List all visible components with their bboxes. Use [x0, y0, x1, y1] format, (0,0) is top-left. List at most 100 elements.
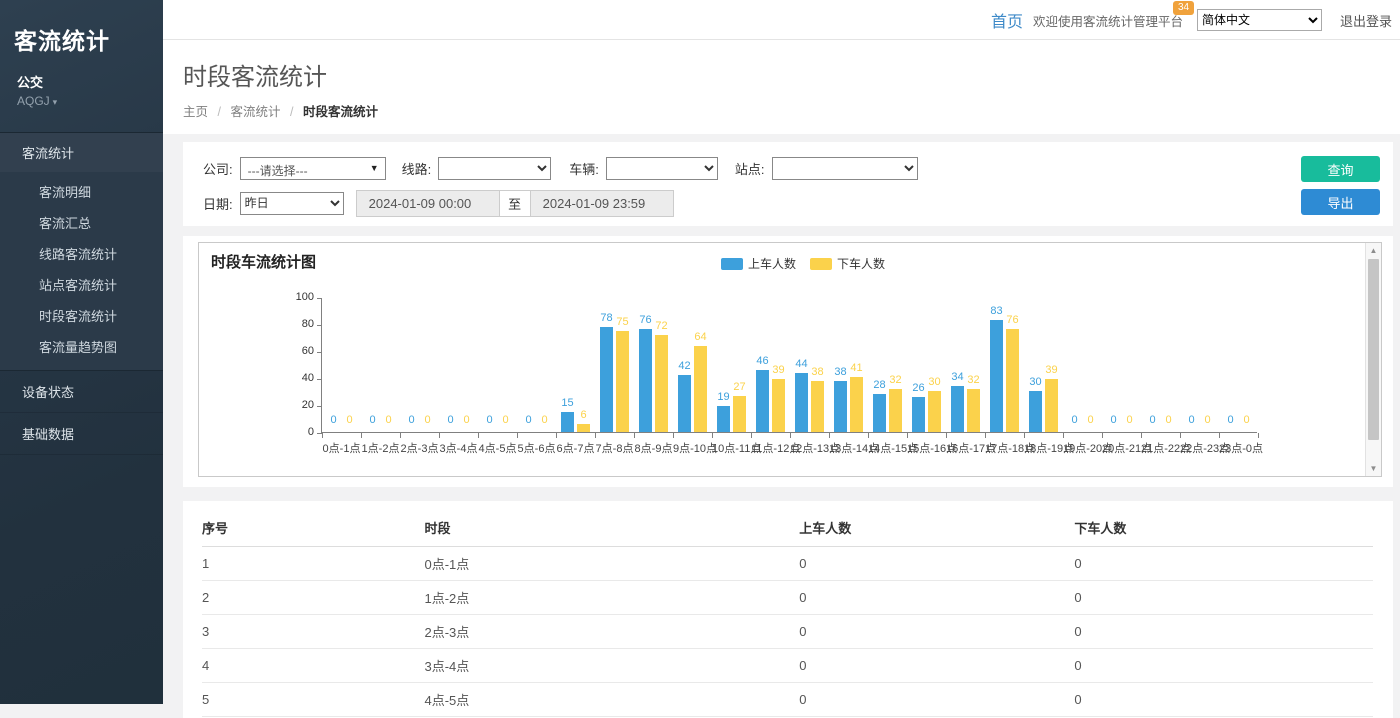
x-axis-tick: [478, 433, 479, 438]
bar-boarding: [795, 373, 808, 432]
chart-legend: 上车人数 下车人数: [721, 255, 899, 272]
x-axis-label: 9点-10点: [673, 440, 712, 456]
sidebar-item-passenger-stats[interactable]: 客流统计: [0, 133, 163, 172]
sidebar-subitem[interactable]: 时段客流统计: [0, 300, 163, 331]
scroll-up-arrow[interactable]: ▲: [1366, 243, 1381, 258]
company-select[interactable]: ---请选择--- ▼: [240, 157, 386, 180]
table-cell: 0: [1074, 683, 1373, 717]
x-axis-label: 18点-19点: [1024, 440, 1063, 456]
sidebar-subitem[interactable]: 客流汇总: [0, 207, 163, 238]
x-axis-label: 2点-3点: [400, 440, 439, 456]
table-cell: 3: [202, 615, 424, 649]
breadcrumb-passenger-stats[interactable]: 客流统计: [230, 105, 280, 119]
table-row: 21点-2点00: [202, 581, 1373, 615]
bar-value-label: 76: [997, 314, 1028, 326]
bar-alighting: [967, 389, 980, 432]
x-axis-label: 7点-8点: [595, 440, 634, 456]
date-end-input[interactable]: [530, 190, 674, 217]
sidebar-subitem[interactable]: 线路客流统计: [0, 238, 163, 269]
scrollbar-thumb[interactable]: [1368, 259, 1379, 440]
y-axis-label: 60: [280, 345, 314, 357]
time-slot-table: 序号 时段 上车人数 下车人数 10点-1点0021点-2点0032点-3点00…: [202, 505, 1373, 718]
y-axis-label: 80: [280, 318, 314, 330]
x-axis-tick: [517, 433, 518, 438]
date-preset-select[interactable]: 昨日: [240, 192, 344, 215]
bar-alighting: [655, 335, 668, 432]
notification-badge[interactable]: 34: [1173, 1, 1194, 15]
table-row: 10点-1点00: [202, 547, 1373, 581]
x-axis-tick: [1141, 433, 1142, 438]
bar-value-label: 72: [646, 320, 677, 332]
logout-link[interactable]: 退出登录: [1340, 11, 1392, 30]
breadcrumb-home[interactable]: 主页: [183, 105, 208, 119]
bar-boarding: [639, 329, 652, 432]
sidebar-subitem[interactable]: 站点客流统计: [0, 269, 163, 300]
x-axis-tick: [1063, 433, 1064, 438]
x-axis-label: 5点-6点: [517, 440, 556, 456]
vehicle-select[interactable]: [606, 157, 718, 180]
x-axis-label: 11点-12点: [751, 440, 790, 456]
sidebar-subitem[interactable]: 客流量趋势图: [0, 331, 163, 362]
col-header-timeslot: 时段: [424, 505, 799, 547]
x-axis-tick: [907, 433, 908, 438]
scroll-down-arrow[interactable]: ▼: [1366, 461, 1381, 476]
x-axis-tick: [946, 433, 947, 438]
bar-chart-plot: 0204060801000点-1点001点-2点002点-3点003点-4点00…: [321, 298, 1257, 433]
table-cell: 4: [202, 649, 424, 683]
legend-item-alighting[interactable]: 下车人数: [810, 255, 885, 272]
x-axis-label: 19点-20点: [1063, 440, 1102, 456]
legend-swatch-blue: [721, 258, 743, 270]
x-axis-tick: [361, 433, 362, 438]
account-name: AQGJ: [17, 94, 50, 108]
sidebar-subitem[interactable]: 客流明细: [0, 176, 163, 207]
topbar: 首页 欢迎使用客流统计管理平台 34 简体中文 退出登录: [163, 0, 1400, 40]
x-axis-label: 14点-15点: [868, 440, 907, 456]
chart-container: 时段车流统计图 上车人数 下车人数 0204060801000点-1点001点-…: [198, 242, 1382, 477]
breadcrumb-current: 时段客流统计: [303, 105, 378, 119]
bar-boarding: [756, 370, 769, 432]
search-button[interactable]: 查询: [1301, 156, 1380, 182]
chevron-down-icon: ▾: [53, 97, 58, 107]
table-cell: 0: [799, 649, 1074, 683]
main-area: 首页 欢迎使用客流统计管理平台 34 简体中文 退出登录 时段客流统计 主页 /…: [163, 0, 1400, 704]
bar-value-label: 0: [1231, 414, 1262, 426]
y-axis-tick: [317, 352, 322, 353]
x-axis-label: 15点-16点: [907, 440, 946, 456]
y-axis-label: 100: [280, 291, 314, 303]
table-cell: 0: [799, 615, 1074, 649]
x-axis-label: 6点-7点: [556, 440, 595, 456]
table-cell: 0: [799, 683, 1074, 717]
submenu-passenger-stats: 客流明细客流汇总线路客流统计站点客流统计时段客流统计客流量趋势图: [0, 172, 163, 370]
bar-alighting: [850, 377, 863, 432]
table-row: 54点-5点00: [202, 683, 1373, 717]
date-start-input[interactable]: [356, 190, 500, 217]
line-select[interactable]: [438, 157, 551, 180]
bar-value-label: 15: [552, 397, 583, 409]
bar-alighting: [616, 331, 629, 432]
breadcrumb-separator: /: [290, 105, 293, 119]
x-axis-label: 22点-23点: [1180, 440, 1219, 456]
table-cell: 0: [1074, 581, 1373, 615]
company-select-value: ---请选择---: [248, 164, 308, 178]
table-cell: 2: [202, 581, 424, 615]
sidebar-item-base-data[interactable]: 基础数据: [0, 413, 163, 455]
account-dropdown[interactable]: AQGJ▾: [0, 91, 163, 108]
sidebar-item-device-status[interactable]: 设备状态: [0, 371, 163, 413]
bar-boarding: [717, 406, 730, 432]
filter-panel: 公司: ---请选择--- ▼ 线路: 车辆: 站点: 日: [183, 142, 1393, 226]
home-link[interactable]: 首页: [991, 8, 1023, 32]
col-header-index: 序号: [202, 505, 424, 547]
export-button[interactable]: 导出: [1301, 189, 1380, 215]
chart-scrollbar[interactable]: ▲ ▼: [1365, 243, 1381, 476]
station-select[interactable]: [772, 157, 918, 180]
bar-value-label: 6: [568, 409, 599, 421]
date-label: 日期:: [203, 194, 233, 213]
legend-item-boarding[interactable]: 上车人数: [721, 255, 796, 272]
bar-value-label: 41: [841, 362, 872, 374]
x-axis-tick: [829, 433, 830, 438]
chevron-down-icon: ▼: [370, 163, 379, 173]
x-axis-label: 20点-21点: [1102, 440, 1141, 456]
language-select[interactable]: 简体中文: [1197, 9, 1322, 31]
breadcrumb-separator: /: [218, 105, 221, 119]
x-axis-tick: [322, 433, 323, 438]
